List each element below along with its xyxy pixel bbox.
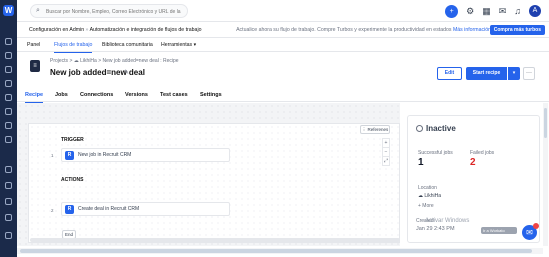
upgrade-message: Actualice ahora su flujo de trabajo. Com… — [236, 22, 491, 38]
tab-recipe[interactable]: Recipe — [25, 88, 44, 104]
nav-item-panel[interactable]: Panel — [27, 38, 40, 52]
info-separator: » — [85, 27, 89, 33]
location-value[interactable]: ☁ LikhiHa — [418, 193, 441, 199]
recipe-tabs: Recipe Jobs Connections Versions Test ca… — [17, 88, 549, 104]
sidebar-icon-settings[interactable] — [5, 182, 12, 189]
search-icon: ⌕ — [36, 7, 40, 14]
failed-jobs-count[interactable]: 2 — [470, 157, 476, 168]
sidebar-icon-dollar[interactable] — [5, 166, 12, 173]
references-button[interactable]: ⋮ Referenes — [360, 125, 390, 134]
step-number: 1 — [51, 153, 54, 158]
main-nav: Panel Flujos de trabajo Biblioteca comun… — [17, 38, 549, 53]
search-input[interactable] — [46, 7, 184, 16]
recruit-crm-logo: R — [65, 151, 74, 160]
config-link[interactable]: Configuración en Admin — [29, 27, 84, 33]
sidebar-icon-help[interactable] — [5, 232, 12, 239]
sidebar-icon-people[interactable] — [5, 52, 12, 59]
sidebar-icon-chart[interactable] — [5, 80, 12, 87]
sidebar-icon-calendar[interactable] — [5, 136, 12, 143]
vertical-scroll-thumb[interactable] — [544, 108, 547, 138]
nav-item-tools[interactable]: Herramientas ▾ — [161, 38, 196, 52]
trigger-step[interactable]: R New job in Recruit CRM — [61, 148, 230, 162]
tab-connections[interactable]: Connections — [80, 88, 113, 102]
trigger-label: TRIGGER — [61, 137, 84, 143]
learn-more-link[interactable]: Más información — [453, 27, 491, 33]
app: W ⌕ + ⚙ ▦ ✉ ♫ A Configuración en Admin — [0, 0, 549, 257]
created-date: Jan 29 2:43 PM — [416, 226, 455, 232]
successful-jobs-label: Successful jobs — [418, 150, 453, 156]
buy-turbos-button[interactable]: Compra más turbos — [489, 25, 545, 35]
status-text: Inactive — [426, 124, 456, 133]
info-bar: Configuración en Admin » Automatización … — [17, 22, 549, 38]
calendar-icon[interactable]: ▦ — [482, 4, 491, 18]
automation-link[interactable]: Automatización e integración de flujos d… — [90, 27, 202, 33]
start-recipe-button[interactable]: Start recipe — [466, 67, 507, 80]
sidebar-icon-apps[interactable] — [5, 214, 12, 221]
step-number: 2 — [51, 208, 54, 213]
location-label: Location — [418, 185, 437, 191]
more-link[interactable]: + More — [418, 203, 434, 209]
edit-button[interactable]: Edit — [437, 67, 462, 80]
tab-test-cases[interactable]: Test cases — [160, 88, 188, 102]
sidebar-icon-report[interactable] — [5, 198, 12, 205]
sidebar-icon-home[interactable] — [5, 38, 12, 45]
info-bar-breadcrumb: Configuración en Admin » Automatización … — [29, 22, 201, 38]
sidebar: W — [0, 0, 17, 257]
recruit-crm-logo: R — [65, 205, 74, 214]
sidebar-icon-jobs[interactable] — [5, 66, 12, 73]
canvas-scrollbar[interactable] — [30, 238, 400, 242]
version-badge: Ir a Workato — [481, 227, 517, 234]
top-bar-icons: + ⚙ ▦ ✉ ♫ A — [445, 4, 541, 18]
successful-jobs-count[interactable]: 1 — [418, 157, 424, 168]
recipe-icon: ≡ — [30, 60, 40, 72]
sidebar-icon-building[interactable] — [5, 94, 12, 101]
zoom-fit-button[interactable]: ⤢ — [382, 156, 390, 166]
actions-label: ACTIONS — [61, 177, 84, 183]
sidebar-icon-folder[interactable] — [5, 108, 12, 115]
failed-jobs-label: Failed jobs — [470, 150, 495, 156]
top-bar: ⌕ + ⚙ ▦ ✉ ♫ A — [17, 0, 549, 22]
nav-item-community-library[interactable]: Biblioteca comunitaria — [102, 38, 153, 52]
breadcrumb[interactable]: Projects > ☁ LikhiHa > New job added=new… — [50, 58, 179, 64]
more-options-button[interactable]: ··· — [523, 67, 535, 80]
bell-icon[interactable]: ♫ — [514, 4, 521, 18]
app-logo[interactable]: W — [3, 5, 14, 16]
nav-item-workflows[interactable]: Flujos de trabajo — [54, 38, 93, 53]
action-step[interactable]: R Create deal in Recruit CRM — [61, 202, 230, 216]
settings-icon[interactable]: ⚙ — [466, 4, 474, 18]
chat-badge — [533, 223, 539, 229]
page-title: New job added=new deal — [50, 68, 145, 77]
tab-versions[interactable]: Versions — [125, 88, 148, 102]
tab-jobs[interactable]: Jobs — [55, 88, 68, 102]
tab-settings[interactable]: Settings — [200, 88, 222, 102]
pencil-icon[interactable]: ✎ — [124, 69, 129, 76]
search-box[interactable]: ⌕ — [30, 4, 188, 18]
step-text: Create deal in Recruit CRM — [78, 206, 140, 212]
sidebar-icon-mail[interactable] — [5, 122, 12, 129]
status-icon — [416, 125, 423, 132]
upgrade-text: Actualice ahora su flujo de trabajo. Com… — [236, 27, 452, 33]
status-heading: Inactive — [416, 124, 456, 133]
horizontal-scroll-thumb[interactable] — [20, 249, 532, 253]
windows-watermark: Activar Windows — [425, 218, 470, 224]
mail-icon[interactable]: ✉ — [499, 4, 507, 18]
avatar[interactable]: A — [529, 5, 541, 17]
bolt-icon[interactable]: + — [445, 4, 459, 18]
step-text: New job in Recruit CRM — [78, 152, 132, 158]
start-recipe-dropdown[interactable]: ▾ — [508, 67, 520, 80]
